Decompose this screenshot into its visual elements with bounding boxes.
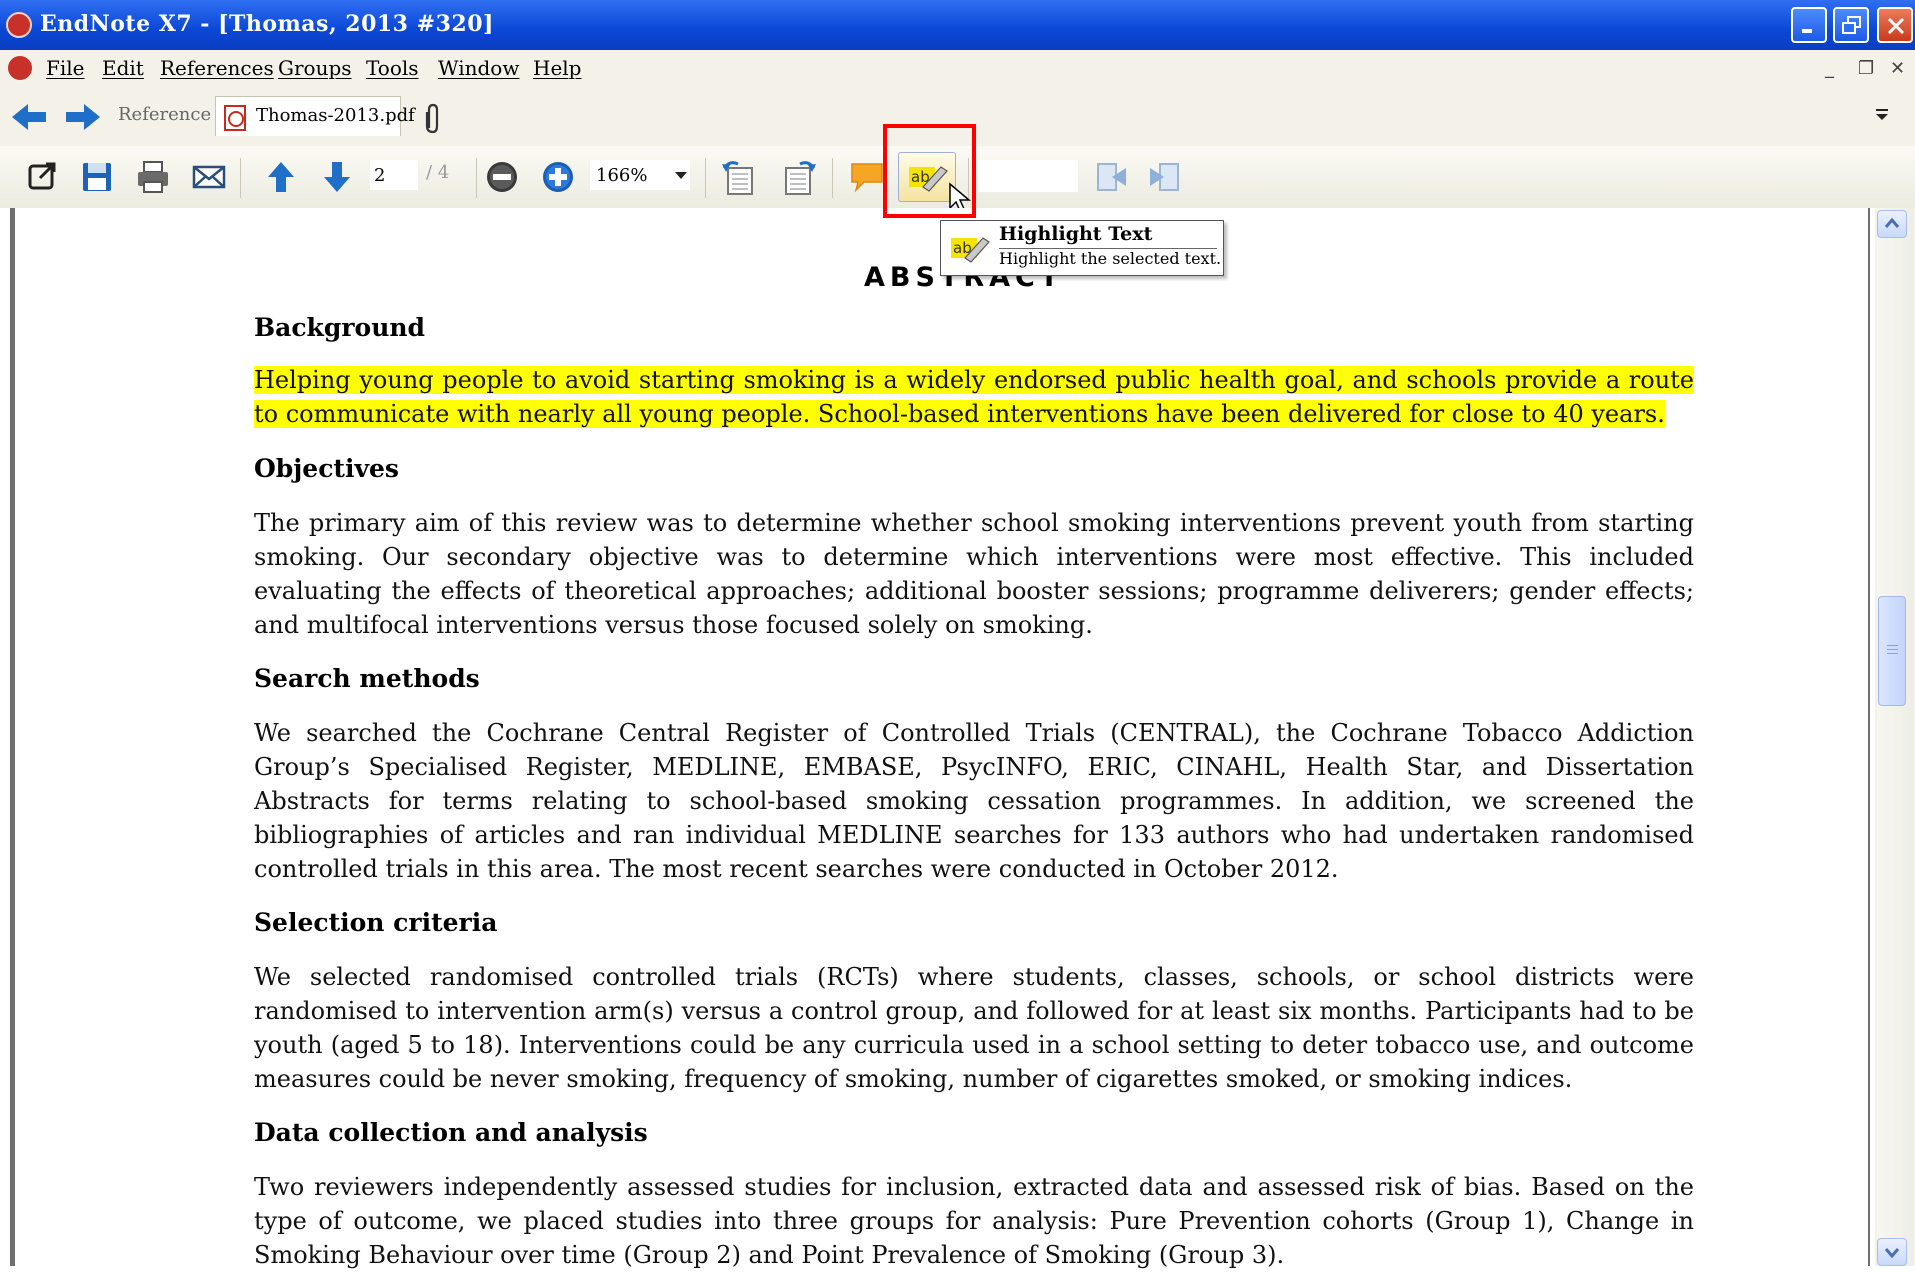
- menu-groups[interactable]: Groups: [278, 56, 352, 80]
- paperclip-icon[interactable]: [424, 102, 442, 136]
- section-paragraph-background[interactable]: Helping young people to avoid starting s…: [254, 363, 1694, 431]
- restore-icon: [1842, 16, 1861, 34]
- find-previous-icon[interactable]: [1092, 158, 1130, 196]
- close-icon: [1887, 17, 1905, 35]
- section-heading-background: Background: [254, 313, 426, 342]
- tab-reference[interactable]: Reference: [118, 104, 211, 125]
- section-paragraph-data-collection[interactable]: Two reviewers independently assessed stu…: [254, 1170, 1694, 1272]
- endnote-app-icon[interactable]: [6, 12, 32, 38]
- title-bar: EndNote X7 - [Thomas, 2013 #320]: [0, 0, 1915, 50]
- highlighted-text[interactable]: Helping young people to avoid starting s…: [254, 366, 1694, 428]
- doc-minimize-icon[interactable]: _: [1825, 58, 1834, 79]
- find-input[interactable]: [978, 160, 1078, 192]
- section-paragraph-search-methods[interactable]: We searched the Cochrane Central Registe…: [254, 716, 1694, 886]
- toolbar-separator: [240, 158, 241, 198]
- forward-arrow-icon[interactable]: [62, 100, 102, 134]
- doc-restore-icon[interactable]: ❐: [1858, 58, 1874, 79]
- chevron-down-icon: [1884, 1248, 1900, 1259]
- chevron-up-icon: [1884, 217, 1900, 228]
- tooltip-description: Highlight the selected text.: [999, 249, 1222, 268]
- section-heading-selection-criteria: Selection criteria: [254, 908, 498, 937]
- toolbar-separator: [476, 158, 477, 198]
- save-icon[interactable]: [78, 158, 116, 196]
- section-paragraph-selection-criteria[interactable]: We selected randomised controlled trials…: [254, 960, 1694, 1096]
- page-total: / 4: [426, 162, 450, 183]
- menu-help[interactable]: Help: [533, 56, 581, 80]
- section-heading-search-methods: Search methods: [254, 664, 480, 693]
- menu-references[interactable]: References: [160, 56, 274, 80]
- open-externally-icon[interactable]: [24, 158, 62, 196]
- thumb-grip: [1887, 645, 1898, 646]
- email-icon[interactable]: [190, 158, 228, 196]
- section-heading-data-collection: Data collection and analysis: [254, 1118, 648, 1147]
- scroll-up-button[interactable]: [1877, 210, 1907, 238]
- page-left-border: [10, 208, 15, 1266]
- menu-edit[interactable]: Edit: [102, 56, 144, 80]
- highlight-callout-box: [883, 124, 976, 218]
- tooltip-title: Highlight Text: [999, 223, 1153, 245]
- menu-bar: File Edit References Groups Tools Window…: [0, 50, 1915, 87]
- toolbar-separator: [832, 158, 833, 198]
- scrollbar-thumb[interactable]: [1878, 596, 1906, 706]
- section-heading-objectives: Objectives: [254, 454, 399, 483]
- menu-file[interactable]: File: [46, 56, 85, 80]
- tab-pdf-label: Thomas-2013.pdf: [256, 105, 415, 126]
- thumb-grip: [1887, 653, 1898, 654]
- document-menu-icon[interactable]: [8, 56, 32, 80]
- close-button[interactable]: [1877, 7, 1913, 43]
- zoom-out-icon[interactable]: [483, 158, 521, 196]
- doc-close-icon[interactable]: ✕: [1890, 58, 1905, 79]
- pdf-file-icon: [224, 105, 246, 131]
- find-next-icon[interactable]: [1146, 158, 1184, 196]
- menu-window[interactable]: Window: [438, 56, 519, 80]
- back-arrow-icon[interactable]: [10, 100, 50, 134]
- sticky-note-icon[interactable]: [848, 158, 886, 196]
- previous-page-icon[interactable]: [262, 158, 300, 196]
- print-icon[interactable]: [134, 158, 172, 196]
- toolbar-separator: [705, 158, 706, 198]
- highlight-pen-icon: ab: [951, 237, 990, 263]
- restore-button[interactable]: [1833, 7, 1869, 43]
- page-right-border: [1868, 208, 1870, 1266]
- scrollbar-track[interactable]: [1877, 208, 1913, 1266]
- section-paragraph-objectives[interactable]: The primary aim of this review was to de…: [254, 506, 1694, 642]
- vertical-scrollbar[interactable]: [1875, 208, 1915, 1266]
- rotate-left-icon[interactable]: [720, 158, 758, 196]
- zoom-dropdown-icon[interactable]: [675, 172, 687, 180]
- thumb-grip: [1887, 649, 1898, 650]
- scroll-down-button[interactable]: [1877, 1238, 1907, 1266]
- page-number-input[interactable]: [370, 160, 418, 190]
- minimize-button[interactable]: [1791, 7, 1827, 43]
- window-title: EndNote X7 - [Thomas, 2013 #320]: [40, 11, 494, 37]
- highlight-tooltip: ab Highlight Text Highlight the selected…: [940, 220, 1224, 276]
- minimize-icon: [1802, 29, 1812, 33]
- tab-pdf[interactable]: Thomas-2013.pdf: [215, 96, 415, 136]
- menu-tools[interactable]: Tools: [366, 56, 419, 80]
- panel-menu-chevron-icon[interactable]: [1874, 108, 1890, 122]
- rotate-right-icon[interactable]: [780, 158, 818, 196]
- next-page-icon[interactable]: [318, 158, 356, 196]
- zoom-in-icon[interactable]: [539, 158, 577, 196]
